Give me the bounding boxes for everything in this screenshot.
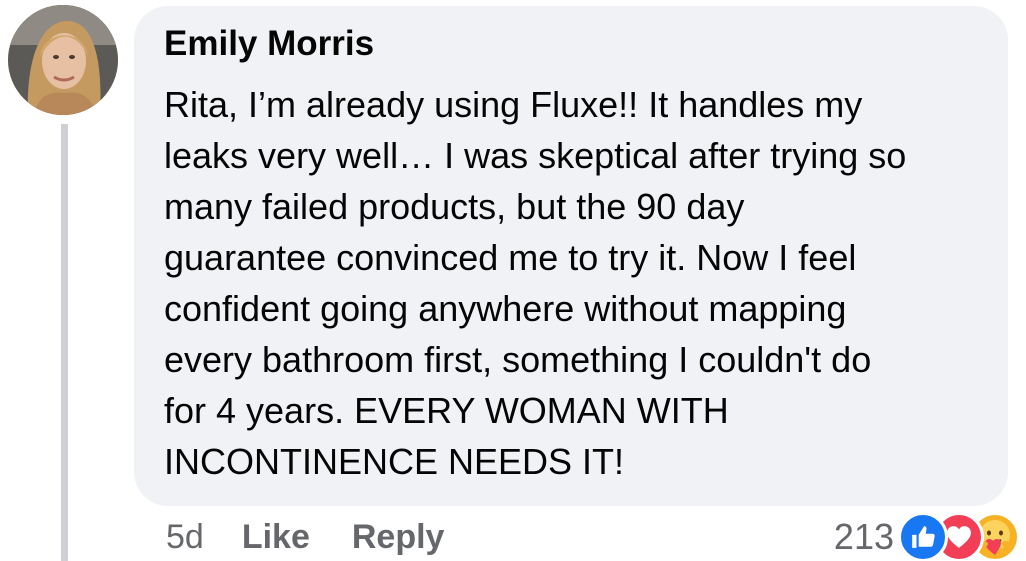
comment-thread: Emily Morris Rita, I’m already using Flu… <box>0 0 1026 561</box>
profile-photo-icon <box>8 5 118 115</box>
reaction-count: 213 <box>833 516 894 557</box>
like-button[interactable]: Like <box>242 518 310 557</box>
comment-text-line: every bathroom first, something I couldn… <box>164 339 872 380</box>
avatar[interactable] <box>8 5 118 115</box>
reaction-summary[interactable]: 213 <box>834 512 1020 561</box>
comment-timestamp[interactable]: 5d <box>166 518 204 557</box>
comment-actions: 5d Like Reply <box>166 514 486 560</box>
like-icon <box>898 512 948 561</box>
comment-text-line: leaks very well… I was skeptical after t… <box>164 135 907 176</box>
comment-text-line: INCONTINENCE NEEDS IT! <box>164 441 625 482</box>
comment-text-line: Rita, I’m already using Fluxe!! It handl… <box>164 84 863 125</box>
comment-text-line: many failed products, but the 90 day <box>164 186 745 227</box>
comment-text: Rita, I’m already using Fluxe!! It handl… <box>164 79 1004 487</box>
reply-button[interactable]: Reply <box>352 518 445 557</box>
comment-author[interactable]: Emily Morris <box>164 24 374 64</box>
comment-text-line: for 4 years. EVERY WOMAN WITH <box>164 390 729 431</box>
comment-text-line: confident going anywhere without mapping <box>164 288 847 329</box>
thread-line <box>61 124 68 561</box>
comment-text-line: guarantee convinced me to try it. Now I … <box>164 237 857 278</box>
